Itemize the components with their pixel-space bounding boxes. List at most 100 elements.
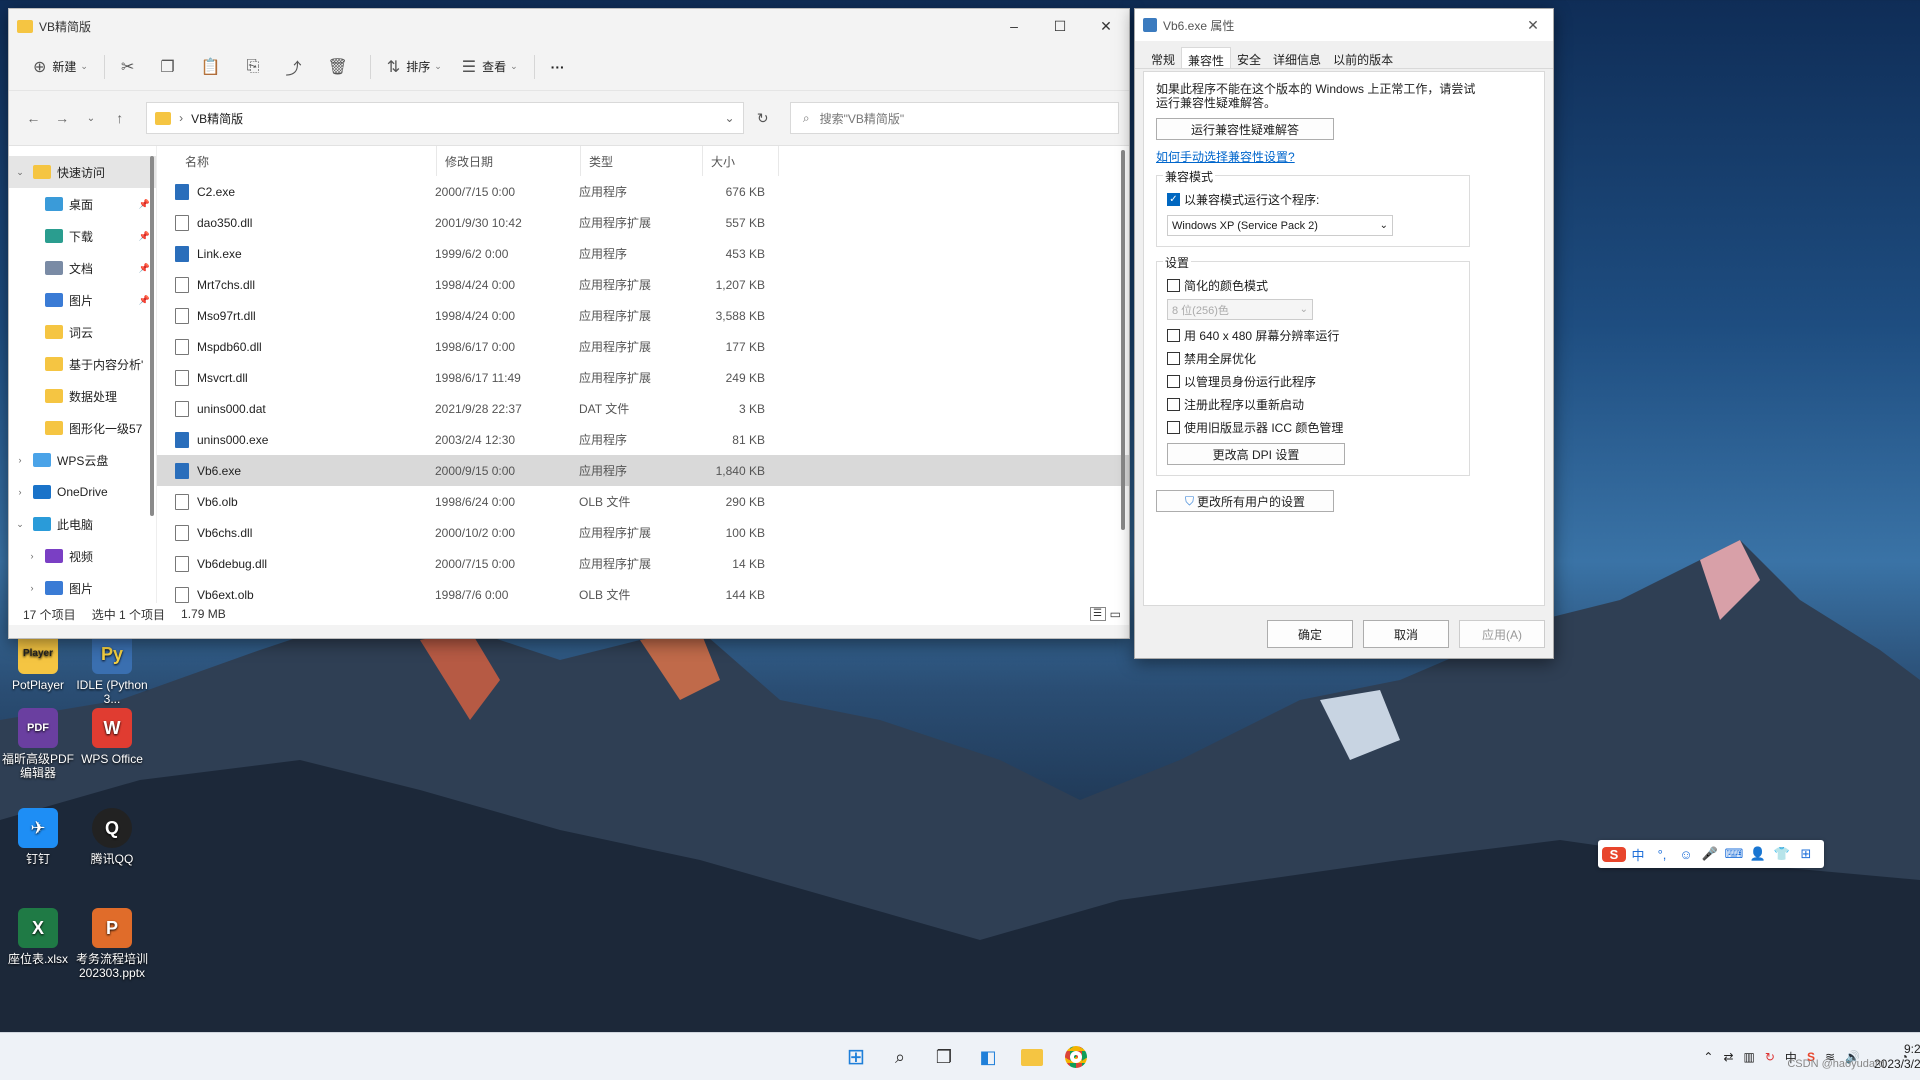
chevron-up-icon[interactable]: ⌃ <box>1703 1050 1713 1064</box>
file-row[interactable]: dao350.dll 2001/9/30 10:42 应用程序扩展 557 KB <box>157 207 1129 238</box>
column-header-type[interactable]: 类型 <box>581 146 703 176</box>
more-button[interactable]: ··· <box>541 51 575 83</box>
chevron-right-icon[interactable]: › <box>25 551 39 561</box>
file-explorer-taskbar-button[interactable] <box>1010 1039 1054 1075</box>
desktop-icon-wps[interactable]: W WPS Office <box>74 708 150 766</box>
ime-keyboard-icon[interactable]: ⌨ <box>1722 846 1746 862</box>
close-icon[interactable]: ✕ <box>1513 17 1553 34</box>
copy-button[interactable]: ❐ <box>150 51 190 83</box>
chevron-right-icon[interactable]: › <box>25 583 39 593</box>
nav-item[interactable]: 桌面 📌 <box>9 188 156 220</box>
file-row[interactable]: Mrt7chs.dll 1998/4/24 0:00 应用程序扩展 1,207 KB <box>157 269 1129 300</box>
column-header-name[interactable]: 名称 <box>157 146 437 176</box>
minimize-button[interactable]: – <box>991 9 1037 43</box>
paste-button[interactable]: 📋 <box>191 51 237 83</box>
view-button[interactable]: ☰ 查看 ⌄ <box>452 51 528 83</box>
rename-button[interactable]: ⎘ <box>237 51 276 83</box>
reduced-color-checkbox[interactable]: 简化的颜色模式 <box>1167 274 1459 297</box>
high-dpi-button[interactable]: 更改高 DPI 设置 <box>1167 443 1345 465</box>
manual-settings-link[interactable]: 如何手动选择兼容性设置? <box>1156 148 1532 165</box>
ime-emoji-icon[interactable]: ☺ <box>1674 847 1698 862</box>
sync-icon[interactable]: ↻ <box>1765 1050 1775 1064</box>
bar-chart-icon[interactable]: ▥ <box>1744 1050 1755 1064</box>
legacy-icc-checkbox[interactable]: 使用旧版显示器 ICC 颜色管理 <box>1167 416 1459 439</box>
nav-item[interactable]: ⌄ 此电脑 <box>9 508 156 540</box>
scrollbar[interactable] <box>1121 150 1125 530</box>
desktop-icon-potplayer[interactable]: Player PotPlayer <box>0 634 76 692</box>
nav-item[interactable]: 下载 📌 <box>9 220 156 252</box>
file-row[interactable]: Mso97rt.dll 1998/4/24 0:00 应用程序扩展 3,588 KB <box>157 300 1129 331</box>
ime-skin-icon[interactable]: 👕 <box>1770 846 1794 862</box>
cancel-button[interactable]: 取消 <box>1363 620 1449 648</box>
tab-compatibility[interactable]: 兼容性 <box>1181 47 1232 68</box>
notification-icon[interactable]: ◔ <box>1901 1050 1908 1064</box>
new-button[interactable]: ⊕ 新建 ⌄ <box>23 51 98 83</box>
ime-voice-icon[interactable]: 🎤 <box>1698 846 1722 862</box>
refresh-icon[interactable]: ↻ <box>744 110 782 127</box>
nav-item[interactable]: › 视频 <box>9 540 156 572</box>
ime-punctuation-icon[interactable]: °, <box>1650 847 1674 862</box>
share-button[interactable]: ⤴ <box>275 51 317 83</box>
all-users-settings-button[interactable]: ⛉ 更改所有用户的设置 <box>1156 490 1334 512</box>
explorer-titlebar[interactable]: VB精简版 – ☐ ✕ <box>9 9 1129 43</box>
file-row[interactable]: Vb6ext.olb 1998/7/6 0:00 OLB 文件 144 KB <box>157 579 1129 610</box>
desktop-icon-dingtalk[interactable]: ✈ 钉钉 <box>0 808 76 866</box>
nav-item[interactable]: › 图片 <box>9 572 156 604</box>
nav-item[interactable]: 数据处理 <box>9 380 156 412</box>
tab-details[interactable]: 详细信息 <box>1267 47 1327 68</box>
search-button[interactable]: ⌕ <box>878 1039 922 1075</box>
maximize-button[interactable]: ☐ <box>1037 9 1083 43</box>
sort-button[interactable]: ⇅ 排序 ⌄ <box>377 51 452 83</box>
column-header-date[interactable]: 修改日期 <box>437 146 581 176</box>
tab-previous-versions[interactable]: 以前的版本 <box>1327 47 1399 68</box>
file-row[interactable]: unins000.dat 2021/9/28 22:37 DAT 文件 3 KB <box>157 393 1129 424</box>
nav-item[interactable]: › WPS云盘 <box>9 444 156 476</box>
start-button[interactable]: ⊞ <box>834 1039 878 1075</box>
recent-chevron-icon[interactable]: ⌄ <box>77 113 106 124</box>
compat-os-select[interactable]: Windows XP (Service Pack 2) ⌄ <box>1167 215 1393 236</box>
search-input[interactable]: ⌕ 搜索"VB精简版" <box>789 102 1120 134</box>
file-row[interactable]: unins000.exe 2003/2/4 12:30 应用程序 81 KB <box>157 424 1129 455</box>
sogou-icon[interactable]: S <box>1602 846 1626 862</box>
ok-button[interactable]: 确定 <box>1267 620 1353 648</box>
disable-fullscreen-checkbox[interactable]: 禁用全屏优化 <box>1167 347 1459 370</box>
file-row[interactable]: Vb6.olb 1998/6/24 0:00 OLB 文件 290 KB <box>157 486 1129 517</box>
column-header-size[interactable]: 大小 <box>703 146 779 176</box>
ime-toolbox-icon[interactable]: ⊞ <box>1794 846 1818 862</box>
chrome-taskbar-button[interactable] <box>1054 1039 1098 1075</box>
task-view-button[interactable]: ❐ <box>922 1039 966 1075</box>
file-row[interactable]: C2.exe 2000/7/15 0:00 应用程序 676 KB <box>157 176 1129 207</box>
desktop-icon-pptx[interactable]: P 考务流程培训 202303.pptx <box>74 908 150 980</box>
troubleshoot-button[interactable]: 运行兼容性疑难解答 <box>1156 118 1334 140</box>
resolution-640-checkbox[interactable]: 用 640 x 480 屏幕分辨率运行 <box>1167 324 1459 347</box>
up-arrow-icon[interactable]: ↑ <box>105 110 134 126</box>
register-restart-checkbox[interactable]: 注册此程序以重新启动 <box>1167 393 1459 416</box>
scrollbar[interactable] <box>150 156 154 516</box>
ime-user-icon[interactable]: 👤 <box>1746 846 1770 862</box>
network-adapter-icon[interactable]: ⇄ <box>1723 1050 1733 1064</box>
run-as-admin-checkbox[interactable]: 以管理员身份运行此程序 <box>1167 370 1459 393</box>
nav-item[interactable]: 词云 <box>9 316 156 348</box>
tab-security[interactable]: 安全 <box>1231 47 1267 68</box>
nav-item[interactable]: ⌄ 快速访问 <box>9 156 156 188</box>
nav-item[interactable]: 图形化一级57 <box>9 412 156 444</box>
desktop-icon-qq[interactable]: Q 腾讯QQ <box>74 808 150 866</box>
forward-arrow-icon[interactable]: → <box>48 110 77 126</box>
nav-item[interactable]: 文档 📌 <box>9 252 156 284</box>
chevron-down-icon[interactable]: ⌄ <box>13 519 27 530</box>
compat-mode-checkbox[interactable]: ✓ 以兼容模式运行这个程序: <box>1167 188 1459 211</box>
nav-item[interactable]: 图片 📌 <box>9 284 156 316</box>
desktop-icon-idle[interactable]: Py IDLE (Python 3... <box>74 634 150 706</box>
tab-general[interactable]: 常规 <box>1145 47 1181 68</box>
desktop-icon-pdf-editor[interactable]: PDF 福昕高级PDF编辑器 <box>0 708 76 780</box>
apply-button[interactable]: 应用(A) <box>1459 620 1545 648</box>
back-arrow-icon[interactable]: ← <box>19 110 48 126</box>
color-depth-select[interactable]: 8 位(256)色 ⌄ <box>1167 299 1313 320</box>
address-bar[interactable]: › VB精简版 ⌄ <box>146 102 744 134</box>
chevron-right-icon[interactable]: › <box>13 455 27 465</box>
file-row[interactable]: Vb6.exe 2000/9/15 0:00 应用程序 1,840 KB <box>157 455 1129 486</box>
chevron-down-icon[interactable]: ⌄ <box>724 111 734 125</box>
cut-button[interactable]: ✂ <box>111 51 150 83</box>
file-row[interactable]: Mspdb60.dll 1998/6/17 0:00 应用程序扩展 177 KB <box>157 331 1129 362</box>
file-row[interactable]: Msvcrt.dll 1998/6/17 11:49 应用程序扩展 249 KB <box>157 362 1129 393</box>
